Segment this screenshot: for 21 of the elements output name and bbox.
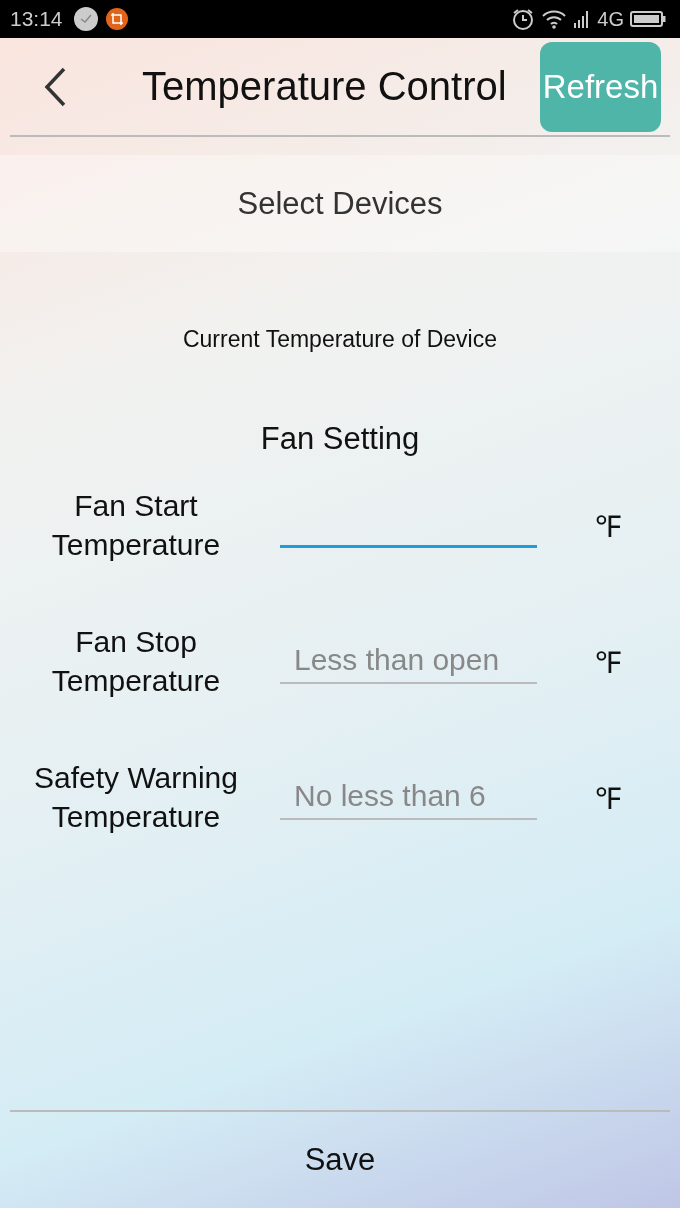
unit-label: ℉	[595, 644, 621, 681]
alarm-icon	[511, 7, 536, 31]
back-button[interactable]	[42, 65, 68, 108]
unit-label: ℉	[595, 780, 621, 817]
page-title: Temperature Control	[142, 64, 507, 109]
save-button[interactable]: Save	[0, 1112, 680, 1208]
crop-icon	[104, 7, 129, 31]
wifi-icon	[541, 8, 568, 30]
section-title: Fan Setting	[259, 421, 421, 457]
field-label: Fan Stop Temperature	[50, 624, 222, 699]
battery-icon	[630, 10, 666, 28]
input-field[interactable]: Less than open	[280, 638, 537, 684]
back-icon	[42, 65, 68, 108]
status-time: 13:14	[10, 7, 63, 31]
input-field[interactable]: No less than 6	[280, 774, 537, 820]
unit-label: ℉	[595, 508, 621, 545]
field-label: Safety Warning Temperature	[33, 760, 239, 835]
select-devices-button[interactable]: Select Devices	[0, 155, 680, 252]
field-label: Fan Start Temperature	[50, 488, 222, 563]
current-temperature-label: Current Temperature of Device	[181, 326, 499, 353]
network-type: 4G	[597, 7, 624, 31]
